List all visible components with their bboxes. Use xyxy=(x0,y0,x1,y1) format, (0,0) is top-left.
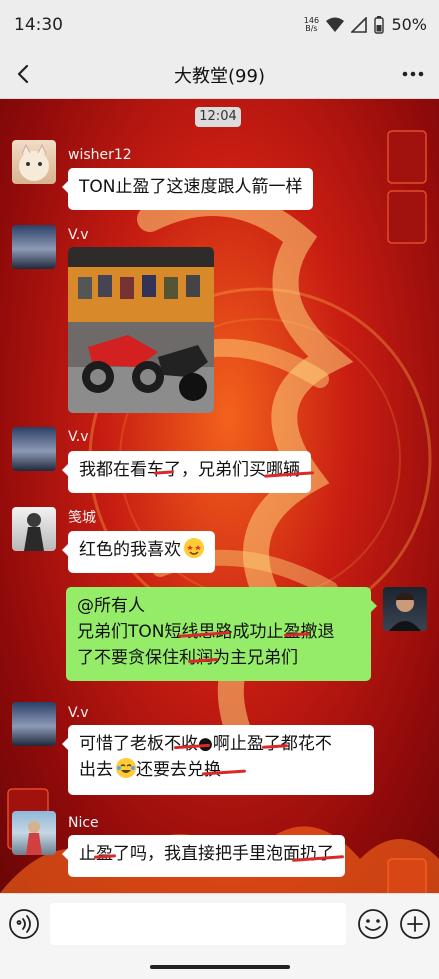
sender-name: Nice xyxy=(68,815,99,831)
avatar[interactable] xyxy=(12,427,56,471)
avatar[interactable] xyxy=(12,811,56,855)
status-icons: 146 B/s 50% xyxy=(303,15,427,34)
crying-laughing-emoji-icon xyxy=(116,758,136,778)
avatar[interactable] xyxy=(12,702,56,746)
avatar[interactable] xyxy=(12,140,56,184)
more-options-icon[interactable] xyxy=(399,60,427,88)
avatar[interactable] xyxy=(12,507,56,551)
message-input-bar xyxy=(0,893,439,956)
sender-name: V.v xyxy=(68,429,89,445)
message-input[interactable] xyxy=(50,903,346,945)
message-bubble-mine[interactable]: @所有人 兄弟们TON短线思路成功止盈撤退 了不要贪保住利润为主兄弟们 xyxy=(66,587,377,681)
message-bubble[interactable]: 红色的我喜欢 xyxy=(62,531,215,573)
signal-icon xyxy=(351,16,368,33)
avatar[interactable] xyxy=(383,587,427,631)
system-nav-bar xyxy=(0,955,439,979)
emoji-picker-icon[interactable] xyxy=(357,908,389,940)
message-bubble[interactable]: 可惜了老板不收●啊止盈了都花不 出去还要去兑换 xyxy=(62,725,374,795)
motorcycle-photo[interactable] xyxy=(68,247,214,413)
avatar[interactable] xyxy=(12,225,56,269)
home-indicator[interactable] xyxy=(150,965,290,969)
sender-name: V.v xyxy=(68,227,89,243)
timestamp-chip: 12:04 xyxy=(195,107,241,127)
sender-name: 笺城 xyxy=(68,510,96,526)
message-bubble[interactable]: 我都在看车了，兄弟们买哪辆 xyxy=(62,451,315,493)
message-bubble[interactable]: TON止盈了这速度跟人箭一样 xyxy=(61,168,314,210)
battery-level: 50% xyxy=(391,15,427,34)
sender-name: wisher12 xyxy=(68,147,132,163)
network-speed: 146 B/s xyxy=(303,15,320,33)
status-bar: 14:30 146 B/s 50% xyxy=(0,0,439,50)
chat-area[interactable]: 12:04 wisher12 TON止盈了这速度跟人箭一样 V.v V.v 我都… xyxy=(0,99,439,893)
battery-icon xyxy=(374,15,385,34)
voice-input-icon[interactable] xyxy=(8,908,40,940)
chat-title: 大教堂(99) xyxy=(174,66,265,87)
wifi-icon xyxy=(326,17,345,32)
plus-icon[interactable] xyxy=(399,908,431,940)
message-bubble[interactable]: 止盈了吗，我直接把手里泡面扔了 xyxy=(62,835,345,877)
star-struck-emoji-icon xyxy=(184,538,204,558)
chat-header: 大教堂(99) xyxy=(0,50,439,99)
sender-name: V.v xyxy=(68,705,89,721)
status-time: 14:30 xyxy=(14,15,63,35)
